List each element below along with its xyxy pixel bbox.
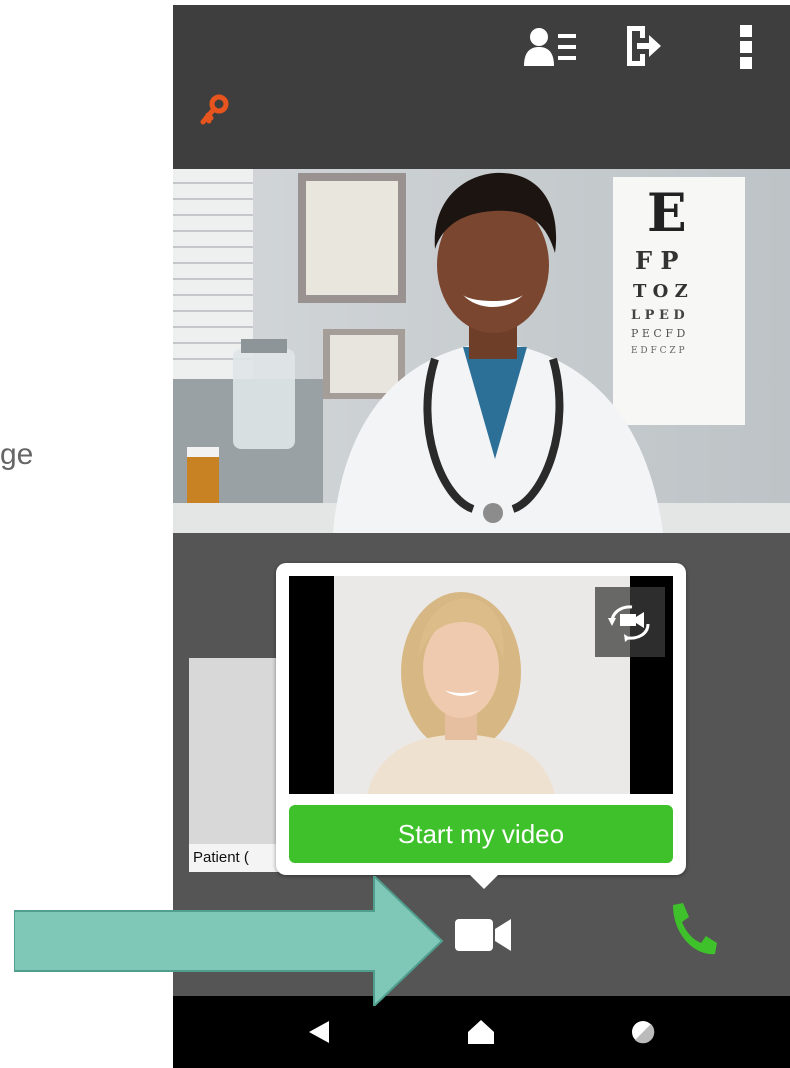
exit-icon[interactable]: [621, 23, 665, 69]
self-view-popup: Start my video: [276, 563, 686, 889]
annotation-arrow: [13, 873, 444, 1011]
start-my-video-button[interactable]: Start my video: [289, 805, 673, 863]
patient-label: Patient (: [189, 844, 281, 872]
self-preview: [289, 576, 673, 794]
svg-text:P E C F D: P E C F D: [631, 327, 685, 340]
switch-camera-icon[interactable]: [595, 587, 665, 657]
background-partial-text: ge: [0, 438, 34, 471]
patient-tile[interactable]: Patient (: [189, 658, 281, 872]
doctor-video-image: E F P T O Z L P E D P E C F D E D F C Z …: [173, 169, 790, 533]
participants-icon[interactable]: [521, 25, 579, 69]
popup-pointer: [468, 873, 500, 889]
svg-text:T O Z: T O Z: [633, 281, 688, 302]
recents-icon[interactable]: [625, 1014, 661, 1050]
phone-icon[interactable]: [667, 901, 719, 959]
top-bar: [173, 5, 790, 169]
svg-text:L P E D: L P E D: [631, 308, 685, 323]
svg-text:F P: F P: [635, 246, 678, 275]
more-options-icon[interactable]: [731, 23, 761, 71]
camera-icon[interactable]: [453, 915, 513, 955]
remote-video: E F P T O Z L P E D P E C F D E D F C Z …: [173, 169, 790, 533]
svg-text:E D F C Z P: E D F C Z P: [631, 346, 685, 356]
home-icon[interactable]: [463, 1014, 499, 1050]
key-icon: [199, 93, 231, 127]
svg-text:E: E: [647, 183, 687, 244]
back-icon[interactable]: [301, 1014, 337, 1050]
